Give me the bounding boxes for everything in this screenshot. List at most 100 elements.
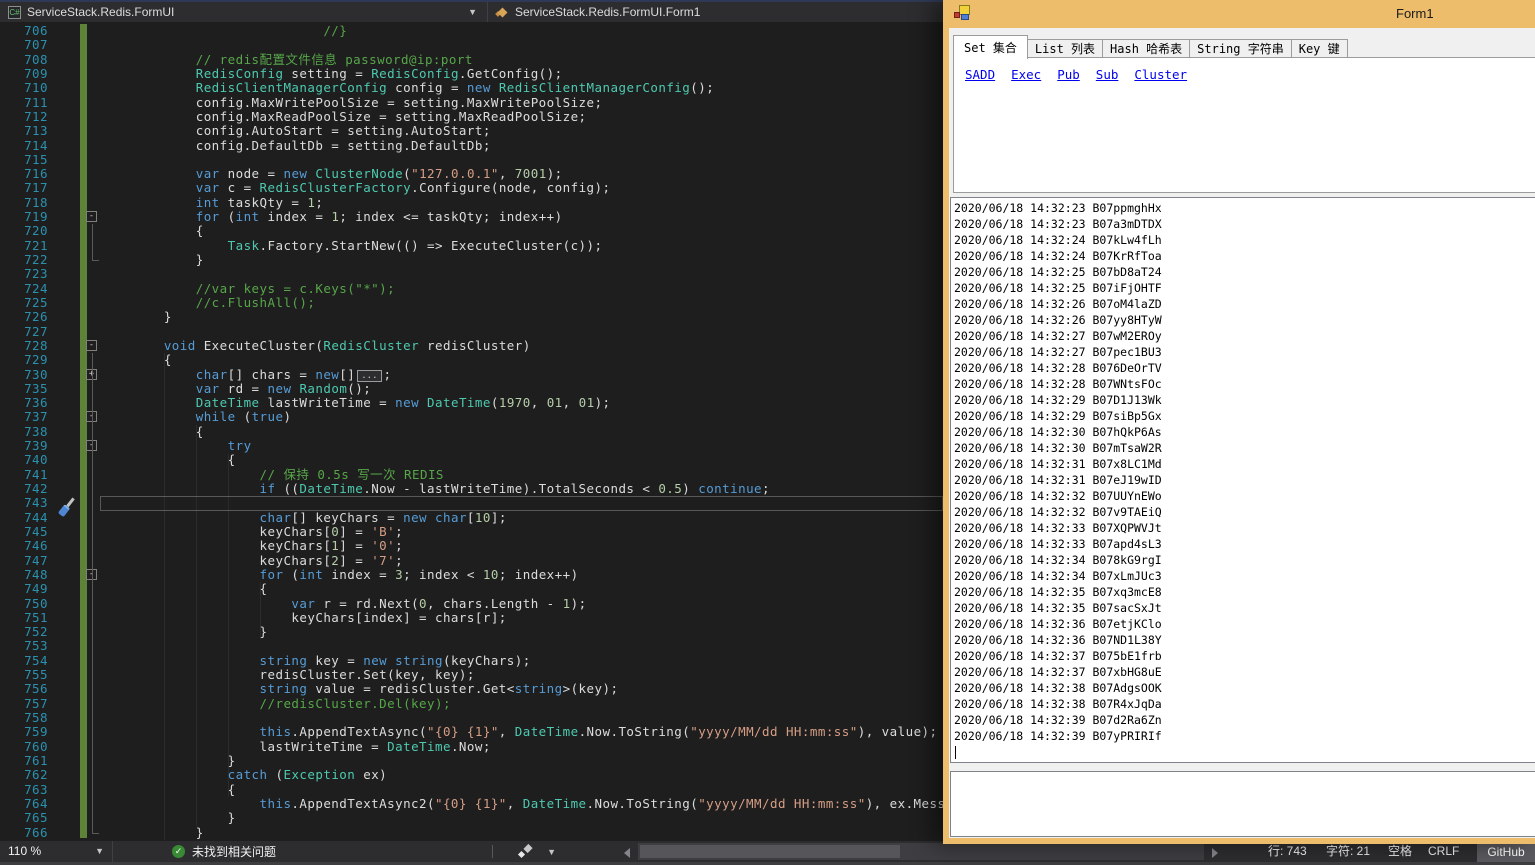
code-text: var rd = new Random(); (100, 382, 371, 396)
line-number: 721 (0, 239, 48, 253)
fold-margin (86, 139, 99, 153)
breadcrumb-project-dropdown[interactable]: ServiceStack.Redis.FormUI ▼ (0, 2, 488, 22)
line-number: 714 (0, 139, 48, 153)
brush-icon-tip (518, 851, 525, 858)
fold-margin (86, 267, 99, 281)
fold-margin: - (86, 210, 99, 224)
log-entry: 2020/06/18 14:32:36 B07etjKClo (954, 616, 1535, 632)
log-textbox[interactable]: 2020/06/18 14:32:23 B07ppmghHx2020/06/18… (950, 197, 1535, 763)
line-number: 751 (0, 611, 48, 625)
log-entry: 2020/06/18 14:32:25 B07bD8aT24 (954, 264, 1535, 280)
line-number: 726 (0, 310, 48, 324)
code-text: //} (100, 24, 347, 38)
code-text: if ((DateTime.Now - lastWriteTime).Total… (100, 482, 770, 496)
outline-guide-end (92, 833, 99, 834)
log-entry: 2020/06/18 14:32:37 B07xbHG8uE (954, 664, 1535, 680)
indent-guide (260, 582, 261, 639)
link-sub[interactable]: Sub (1096, 67, 1119, 82)
line-number: 742 (0, 482, 48, 496)
status-column-number[interactable]: 字符: 21 (1326, 841, 1370, 862)
fold-margin (86, 124, 99, 138)
line-number: 711 (0, 96, 48, 110)
hscrollbar-thumb[interactable] (640, 845, 900, 858)
link-sadd[interactable]: SADD (965, 67, 995, 82)
code-text: for (int index = 1; index <= taskQty; in… (100, 210, 563, 224)
code-text: { (100, 224, 204, 238)
line-number: 723 (0, 267, 48, 281)
fold-margin (86, 153, 99, 167)
line-number: 748 (0, 568, 48, 582)
log-entry: 2020/06/18 14:32:39 B07d2Ra6Zn (954, 712, 1535, 728)
health-indicator[interactable]: ✓ 未找到相关问题 (172, 841, 276, 862)
fold-margin (86, 310, 99, 324)
line-number: 766 (0, 826, 48, 840)
line-number: 722 (0, 253, 48, 267)
line-number: 707 (0, 38, 48, 52)
line-number: 762 (0, 768, 48, 782)
code-text: lastWriteTime = DateTime.Now; (100, 740, 491, 754)
code-text: void ExecuteCluster(RedisCluster redisCl… (100, 339, 531, 353)
breadcrumb-member-dropdown[interactable]: ServiceStack.Redis.FormUI.Form1 (488, 2, 708, 22)
github-status-button[interactable]: GitHub (1477, 841, 1535, 865)
code-text: RedisClientManagerConfig config = new Re… (100, 81, 714, 95)
code-text: } (100, 310, 172, 324)
chevron-down-icon: ▼ (547, 847, 556, 857)
fold-margin (86, 110, 99, 124)
tab-key[interactable]: Key 键 (1291, 39, 1348, 58)
link-pub[interactable]: Pub (1057, 67, 1080, 82)
fold-collapse-icon[interactable]: - (86, 211, 97, 222)
fold-margin (86, 24, 99, 38)
tab-string[interactable]: String 字符串 (1189, 39, 1292, 58)
line-number: 719 (0, 210, 48, 224)
code-text: { (100, 453, 236, 467)
line-number: 708 (0, 53, 48, 67)
class-icon (496, 6, 509, 19)
line-number: 706 (0, 24, 48, 38)
link-exec[interactable]: Exec (1011, 67, 1041, 82)
indent-guide (228, 454, 229, 797)
line-number: 718 (0, 196, 48, 210)
editor-zoom-dropdown[interactable]: 110 % ▼ (0, 841, 113, 862)
line-number: 760 (0, 740, 48, 754)
code-text: } (100, 754, 236, 768)
tab-hash[interactable]: Hash 哈希表 (1102, 39, 1190, 58)
log-entry: 2020/06/18 14:32:25 B07iFjOHTF (954, 280, 1535, 296)
line-number: 727 (0, 325, 48, 339)
winforms-app-icon[interactable] (954, 5, 971, 21)
code-text: while (true) (100, 410, 291, 424)
line-number: 710 (0, 81, 48, 95)
outline-guide (92, 353, 93, 833)
tab-list[interactable]: List 列表 (1027, 39, 1103, 58)
status-line-number[interactable]: 行: 743 (1268, 841, 1307, 862)
log-entry: 2020/06/18 14:32:34 B07xLmJUc3 (954, 568, 1535, 584)
line-number: 739 (0, 439, 48, 453)
code-text: { (100, 582, 268, 596)
secondary-textbox[interactable] (950, 771, 1535, 837)
code-text: } (100, 826, 204, 840)
status-line-ending[interactable]: CRLF (1428, 841, 1459, 862)
line-number: 736 (0, 396, 48, 410)
format-brush-button[interactable]: ▼ (516, 844, 558, 860)
log-entry: 2020/06/18 14:32:23 B07a3mDTDX (954, 216, 1535, 232)
line-number: 754 (0, 654, 48, 668)
line-number: 744 (0, 511, 48, 525)
form-titlebar[interactable]: Form1 (943, 0, 1535, 28)
hscrollbar-right-arrow[interactable] (1212, 848, 1218, 858)
log-entry: 2020/06/18 14:32:36 B07ND1L38Y (954, 632, 1535, 648)
tab-set[interactable]: Set 集合 (953, 35, 1028, 59)
window-title: Form1 (1396, 6, 1434, 21)
code-text: // 保持 0.5s 写一次 REDIS (100, 468, 444, 482)
status-indentation[interactable]: 空格 (1388, 841, 1412, 862)
fold-margin (86, 67, 99, 81)
fold-collapse-icon[interactable]: - (86, 340, 97, 351)
code-text: redisCluster.Set(key, key); (100, 668, 475, 682)
fold-margin: - (86, 339, 99, 353)
fold-margin (86, 38, 99, 52)
link-cluster[interactable]: Cluster (1134, 67, 1187, 82)
fold-margin (86, 296, 99, 310)
hscrollbar-left-arrow[interactable] (624, 848, 630, 858)
zoom-level-value: 110 % (8, 841, 41, 862)
icon-blue-square (961, 14, 969, 20)
hscrollbar-track[interactable] (638, 843, 1204, 860)
code-text: keyChars[2] = '7'; (100, 554, 403, 568)
